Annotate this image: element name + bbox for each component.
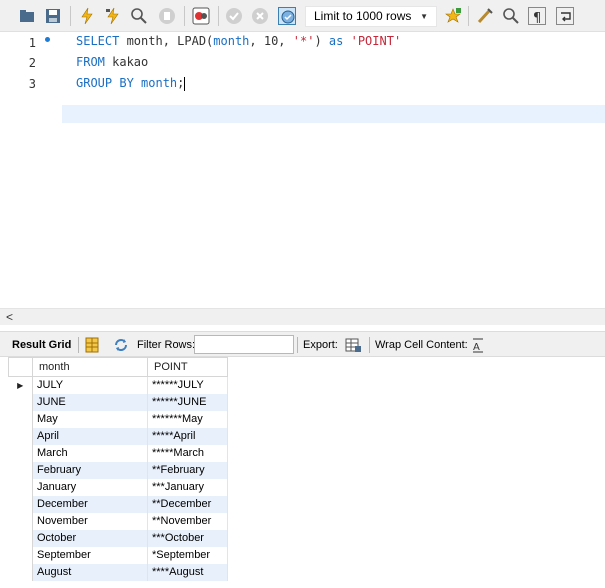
rollback-icon[interactable]	[251, 7, 269, 25]
row-selector[interactable]	[8, 427, 33, 445]
cell-point[interactable]: ***January	[147, 478, 228, 496]
cell-point[interactable]: *September	[147, 546, 228, 564]
row-selector-header	[8, 357, 33, 377]
table-row[interactable]: May *******May	[8, 410, 228, 428]
cell-month[interactable]: February	[32, 461, 148, 479]
wrap-icon[interactable]	[556, 7, 574, 25]
autocommit-icon[interactable]	[278, 7, 296, 25]
cell-point[interactable]: ***October	[147, 529, 228, 547]
result-grid-tab[interactable]: Result Grid	[6, 336, 77, 354]
table-row[interactable]: September *September	[8, 546, 228, 564]
cell-month[interactable]: March	[32, 444, 148, 462]
filter-rows-input[interactable]	[194, 335, 294, 354]
svg-text:A: A	[473, 342, 480, 353]
text-cursor	[184, 76, 186, 91]
row-selector[interactable]	[8, 478, 33, 496]
grid-view-icon[interactable]	[83, 336, 101, 354]
beautify-icon[interactable]	[476, 7, 494, 25]
table-row[interactable]: JUNE ******JUNE	[8, 393, 228, 411]
export-label: Export:	[303, 339, 338, 351]
row-selector[interactable]	[8, 410, 33, 428]
cell-month[interactable]: October	[32, 529, 148, 547]
table-row[interactable]: August ****August	[8, 563, 228, 581]
code-line[interactable]: FROM kakao	[76, 53, 148, 71]
open-folder-icon[interactable]	[18, 7, 36, 25]
row-selector[interactable]: ▶	[8, 376, 33, 394]
limit-rows-select[interactable]: Limit to 1000 rows ▼	[305, 6, 437, 27]
column-header-month[interactable]: month	[32, 357, 148, 377]
row-selector[interactable]	[8, 563, 33, 581]
scroll-left-icon[interactable]: <	[6, 310, 13, 324]
table-row[interactable]: March *****March	[8, 444, 228, 462]
editor-toolbar: Limit to 1000 rows ▼ ¶	[0, 0, 605, 32]
wrap-cell-label: Wrap Cell Content:	[375, 339, 468, 351]
table-row[interactable]: ▶ JULY ******JULY	[8, 376, 228, 394]
row-selector[interactable]	[8, 529, 33, 547]
cell-month[interactable]: JULY	[32, 376, 148, 394]
cell-month[interactable]: August	[32, 563, 148, 581]
filter-rows-label: Filter Rows:	[137, 339, 196, 351]
find-icon[interactable]	[502, 7, 520, 25]
cell-point[interactable]: **February	[147, 461, 228, 479]
table-row[interactable]: December **December	[8, 495, 228, 513]
svg-text:¶: ¶	[533, 11, 541, 26]
row-selector[interactable]	[8, 512, 33, 530]
invisible-chars-icon[interactable]: ¶	[528, 7, 546, 26]
row-selector[interactable]	[8, 546, 33, 564]
cell-month[interactable]: JUNE	[32, 393, 148, 411]
row-selector[interactable]	[8, 393, 33, 411]
sql-editor[interactable]: 1 2 3 SELECT month, LPAD(month, 10, '*')…	[0, 32, 605, 308]
cell-month[interactable]: November	[32, 512, 148, 530]
row-selector[interactable]	[8, 495, 33, 513]
wrap-cell-icon[interactable]: A	[469, 336, 483, 354]
table-row[interactable]: November **November	[8, 512, 228, 530]
statement-marker-icon	[45, 37, 50, 42]
table-row[interactable]: January ***January	[8, 478, 228, 496]
chevron-down-icon: ▼	[420, 12, 428, 21]
code-line[interactable]: SELECT month, LPAD(month, 10, '*') as 'P…	[76, 32, 401, 50]
line-number: 2	[28, 56, 36, 70]
bookmark-icon[interactable]	[444, 7, 462, 25]
line-number: 1	[28, 36, 36, 50]
save-icon[interactable]	[44, 7, 62, 25]
execute-icon[interactable]	[78, 7, 96, 25]
table-row[interactable]: October ***October	[8, 529, 228, 547]
cell-month[interactable]: September	[32, 546, 148, 564]
code-line[interactable]: GROUP BY month;	[76, 74, 186, 92]
toggle-error-icon[interactable]	[192, 7, 210, 25]
row-selector[interactable]	[8, 444, 33, 462]
cell-point[interactable]: ******JULY	[147, 376, 228, 394]
cell-month[interactable]: January	[32, 478, 148, 496]
column-header-point[interactable]: POINT	[147, 357, 228, 377]
result-toolbar: Result Grid Filter Rows: Export: Wrap Ce…	[0, 331, 605, 357]
cell-month[interactable]: April	[32, 427, 148, 445]
cell-point[interactable]: *****March	[147, 444, 228, 462]
cell-point[interactable]: **November	[147, 512, 228, 530]
cell-point[interactable]: *******May	[147, 410, 228, 428]
cell-month[interactable]: December	[32, 495, 148, 513]
row-selector[interactable]	[8, 461, 33, 479]
cell-point[interactable]: *****April	[147, 427, 228, 445]
cell-point[interactable]: **December	[147, 495, 228, 513]
table-row[interactable]: February **February	[8, 461, 228, 479]
explain-icon[interactable]	[130, 7, 148, 25]
execute-current-icon[interactable]	[104, 7, 122, 25]
cell-point[interactable]: ****August	[147, 563, 228, 581]
cell-point[interactable]: ******JUNE	[147, 393, 228, 411]
table-row[interactable]: April *****April	[8, 427, 228, 445]
horizontal-scrollbar[interactable]: <	[0, 308, 605, 325]
stop-icon[interactable]	[158, 7, 176, 25]
limit-rows-label: Limit to 1000 rows	[314, 9, 412, 23]
commit-icon[interactable]	[225, 7, 243, 25]
line-number: 3	[28, 77, 36, 91]
cell-month[interactable]: May	[32, 410, 148, 428]
current-line-highlight	[62, 105, 605, 123]
refresh-icon[interactable]	[112, 336, 130, 354]
export-icon[interactable]	[344, 336, 362, 354]
result-grid: month POINT ▶ JULY ******JULY JUNE ******JUN…	[8, 357, 228, 581]
